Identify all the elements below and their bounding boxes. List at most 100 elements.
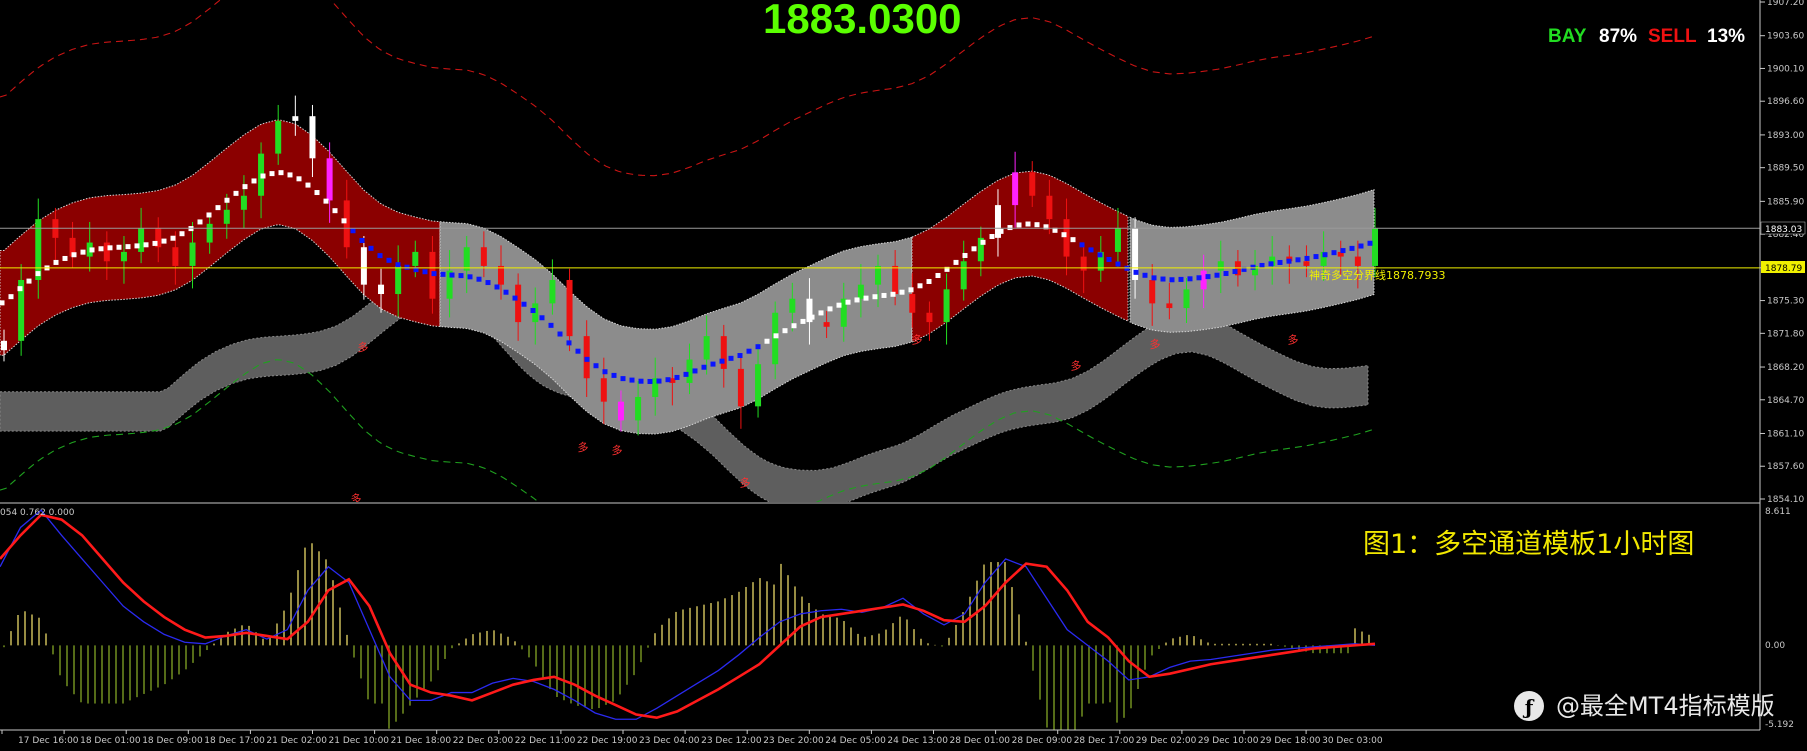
chart-caption: 图1：多空通道模板1小时图 [1363,529,1694,560]
candle-body [1372,228,1378,266]
trend-dot [107,245,113,251]
trend-dot [575,348,581,354]
trend-dot [1223,271,1229,277]
trend-dot [143,242,149,248]
time-tick-label: 30 Dec 03:00 [1322,736,1383,746]
trend-dot [773,333,779,339]
trend-dot [1025,221,1031,227]
price-tick-label: 1896.60 [1767,97,1804,107]
trend-dot [17,286,23,292]
trend-dot [800,318,806,324]
price-tick-label: 1889.50 [1767,164,1804,174]
candle-body [412,251,419,266]
trend-dot [908,287,914,293]
candle-body [703,336,710,360]
buy-signal-glyph: 多 [912,332,923,346]
trend-dot [1313,254,1319,260]
candle-body [1149,279,1156,304]
trend-dot [674,374,680,380]
sell-value: 13% [1707,26,1745,47]
candle-body [120,251,127,262]
trend-dot [1349,245,1355,251]
divider-label: 神奇多空分界线1878.7933 [1309,268,1445,282]
trend-dot [1250,264,1256,270]
trend-dot [728,355,734,361]
trend-dot [35,271,41,277]
trend-dot [431,271,437,277]
trend-dot [314,190,320,196]
trend-dot [602,369,608,375]
candle-body [326,158,333,201]
candle-body [1217,261,1224,271]
price-tick-label: 1907.20 [1767,0,1804,8]
trend-dot [521,301,527,307]
candle-body [240,195,247,210]
trend-dot [998,228,1004,234]
time-tick-label: 21 Dec 02:00 [266,736,327,746]
price-display: 1883.0300 [763,0,962,42]
trend-dot [305,182,311,188]
buy-signal-glyph: 多 [1150,337,1161,351]
trend-dot [863,295,869,301]
time-tick-label: 29 Dec 18:00 [1260,736,1321,746]
trend-dot [611,372,617,378]
candle-body [480,247,487,266]
trend-dot [1331,250,1337,256]
trend-dot [0,300,5,306]
time-tick-label: 21 Dec 18:00 [391,736,452,746]
buy-signal-glyph: 多 [740,476,751,490]
candle-body [823,322,830,327]
candle-body [909,294,916,313]
trend-dot [224,197,230,203]
price-tick-label: 1875.30 [1767,297,1804,307]
trend-dot [395,262,401,268]
trend-dot [1268,261,1274,267]
trend-dot [350,228,356,234]
candle-body [497,265,504,285]
trend-dot [1340,248,1346,254]
candle-body [206,223,213,243]
price-chart[interactable]: 多多多 多多多多多多 神奇多空分界线1878.7933 1883.0300 BAY… [0,0,1807,751]
trend-dot [467,274,473,280]
price-tick-label: 1864.70 [1767,396,1804,406]
trend-dot [134,243,140,249]
candle-body [275,120,282,154]
trend-dot [539,315,545,321]
trend-dot [782,328,788,334]
candle-body [635,396,642,421]
price-tick-label: 1885.90 [1767,197,1804,207]
trend-dot [638,378,644,384]
price-tick-label: 1903.60 [1767,32,1804,42]
trend-dot [62,255,68,261]
trend-dot [764,338,770,344]
trend-dot [206,212,212,218]
indicator-zero-label: 0.00 [1765,641,1785,651]
buy-signal-glyph: 多 [612,443,623,457]
trend-dot [1295,257,1301,263]
trend-dot [1079,242,1085,248]
trend-dot [1070,237,1076,243]
trend-dot [1007,225,1013,231]
trend-dot [1115,261,1121,267]
time-tick-label: 18 Dec 17:00 [204,736,265,746]
trend-dot [494,284,500,290]
price-tick-label: 1868.20 [1767,363,1804,373]
trend-dot [1286,258,1292,264]
trend-dot [125,244,131,250]
trend-dot [80,249,86,255]
trend-dot [458,273,464,279]
candle-body [395,265,402,295]
trend-dot [692,368,698,374]
candle-body [943,289,950,323]
price-tick-label: 1900.10 [1767,64,1804,74]
candle-body [360,247,367,285]
trend-dot [890,291,896,297]
candle-body [138,228,145,252]
trend-dot [584,356,590,362]
time-tick-label: 21 Dec 10:00 [329,736,390,746]
time-tick-label: 17 Dec 16:00 [18,736,79,746]
trend-dot [440,271,446,277]
trend-dot [287,172,293,178]
trend-dot [737,353,743,359]
trend-dot [1016,222,1022,228]
